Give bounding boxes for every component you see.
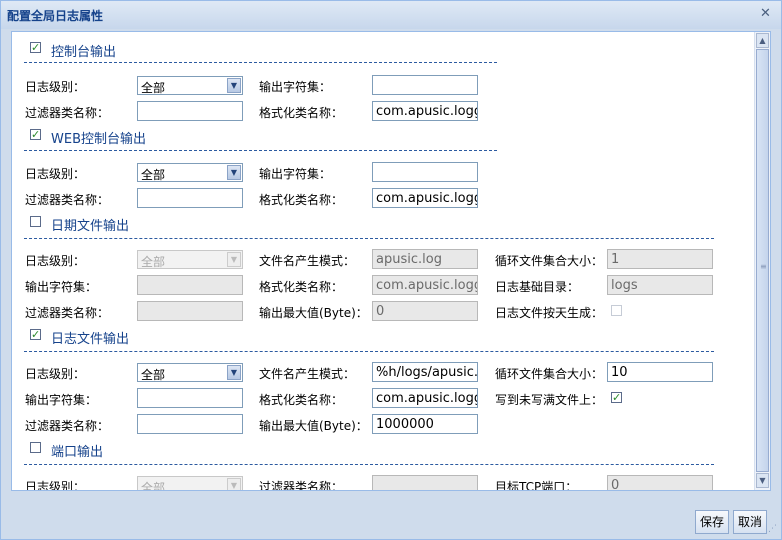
save-button[interactable]: 保存 — [695, 510, 729, 534]
scroll-up-icon[interactable]: ▲ — [756, 33, 769, 48]
chevron-down-icon[interactable]: ▼ — [227, 365, 241, 380]
title-bar[interactable]: 配置全局日志属性 ✕ — [1, 1, 781, 29]
daily-label: 日志文件按天生成： — [495, 306, 604, 320]
console-output-checkbox[interactable]: ✓ — [30, 42, 41, 53]
web-log-level-select[interactable]: 全部 ▼ — [137, 163, 243, 182]
filter-label: 过滤器类名称： — [25, 193, 110, 207]
chevron-down-icon[interactable]: ▼ — [227, 478, 241, 490]
formatter-label: 格式化类名称： — [259, 393, 344, 407]
charset-label: 输出字符集： — [259, 80, 332, 94]
web-charset-input[interactable] — [372, 162, 478, 182]
logfile-formatter-input[interactable]: com.apusic.logg — [372, 388, 478, 408]
filter-label: 过滤器类名称： — [25, 419, 110, 433]
console-log-level-select[interactable]: 全部 ▼ — [137, 76, 243, 95]
formatter-label: 格式化类名称： — [259, 106, 344, 120]
filter-label: 过滤器类名称： — [25, 306, 110, 320]
log-level-label: 日志级别： — [25, 480, 86, 491]
form-panel: ✓ 控制台输出 日志级别： 全部 ▼ 输出字符集： 过滤器类名称： 格式化类名称：… — [11, 31, 771, 491]
logfile-charset-input[interactable] — [137, 388, 243, 408]
datefile-log-level-select[interactable]: 全部 ▼ — [137, 250, 243, 269]
log-level-value: 全部 — [141, 168, 166, 182]
formatter-label: 格式化类名称： — [259, 280, 344, 294]
log-level-value: 全部 — [141, 255, 166, 269]
web-console-output-checkbox[interactable]: ✓ — [30, 129, 41, 140]
section-divider — [24, 351, 714, 352]
port-log-level-select[interactable]: 全部 ▼ — [137, 476, 243, 491]
port-output-checkbox[interactable] — [30, 442, 41, 453]
section-divider — [24, 238, 714, 239]
dialog-title: 配置全局日志属性 — [7, 9, 104, 23]
datefile-filter-input[interactable] — [137, 301, 243, 321]
web-console-output-title: WEB控制台输出 — [51, 132, 146, 147]
cancel-button[interactable]: 取消 — [733, 510, 767, 534]
log-file-output-checkbox[interactable]: ✓ — [30, 329, 41, 340]
resize-grip-icon[interactable]: ⋰ — [768, 525, 780, 538]
max-size-label: 输出最大值(Byte)： — [259, 306, 368, 320]
log-level-value: 全部 — [141, 481, 166, 491]
grip-icon: ≡ — [760, 262, 767, 271]
scroll-down-icon[interactable]: ▼ — [756, 473, 769, 488]
section-divider — [24, 464, 714, 465]
append-label: 写到未写满文件上： — [495, 393, 604, 407]
log-file-output-title: 日志文件输出 — [51, 332, 130, 347]
console-formatter-input[interactable]: com.apusic.logg — [372, 101, 478, 121]
console-output-title: 控制台输出 — [51, 45, 117, 60]
charset-label: 输出字符集： — [259, 167, 332, 181]
logfile-filter-input[interactable] — [137, 414, 243, 434]
filter-label: 过滤器类名称： — [259, 480, 344, 491]
base-dir-label: 日志基础目录： — [495, 280, 580, 294]
section-divider — [24, 150, 497, 151]
datefile-rotate-input[interactable]: 1 — [607, 249, 713, 269]
chevron-down-icon[interactable]: ▼ — [227, 165, 241, 180]
rotate-size-label: 循环文件集合大小： — [495, 367, 604, 381]
datefile-daily-checkbox[interactable] — [611, 305, 622, 316]
file-pattern-label: 文件名产生模式： — [259, 367, 356, 381]
logfile-maxsize-input[interactable]: 1000000 — [372, 414, 478, 434]
logfile-rotate-input[interactable]: 10 — [607, 362, 713, 382]
console-charset-input[interactable] — [372, 75, 478, 95]
rotate-size-label: 循环文件集合大小： — [495, 254, 604, 268]
port-tcp-input[interactable]: 0 — [607, 475, 713, 490]
chevron-down-icon[interactable]: ▼ — [227, 78, 241, 93]
logfile-pattern-input[interactable]: %h/logs/apusic. — [372, 362, 478, 382]
tcp-port-label: 目标TCP端口： — [495, 480, 578, 491]
date-file-output-title: 日期文件输出 — [51, 219, 130, 234]
log-level-value: 全部 — [141, 368, 166, 382]
charset-label: 输出字符集： — [25, 393, 98, 407]
log-level-value: 全部 — [141, 81, 166, 95]
log-level-label: 日志级别： — [25, 80, 86, 94]
chevron-down-icon[interactable]: ▼ — [227, 252, 241, 267]
datefile-pattern-input[interactable]: apusic.log — [372, 249, 478, 269]
web-filter-input[interactable] — [137, 188, 243, 208]
port-output-title: 端口输出 — [51, 445, 104, 460]
close-icon[interactable]: ✕ — [758, 6, 773, 21]
section-divider — [24, 62, 497, 63]
dialog-window: 配置全局日志属性 ✕ ✓ 控制台输出 日志级别： 全部 ▼ 输出字符集： 过滤器类… — [0, 0, 782, 540]
datefile-basedir-input[interactable]: logs — [607, 275, 713, 295]
file-pattern-label: 文件名产生模式： — [259, 254, 356, 268]
formatter-label: 格式化类名称： — [259, 193, 344, 207]
filter-label: 过滤器类名称： — [25, 106, 110, 120]
datefile-formatter-input[interactable]: com.apusic.logg — [372, 275, 478, 295]
vertical-scrollbar[interactable]: ▲ ≡ ▼ — [754, 32, 770, 490]
logfile-log-level-select[interactable]: 全部 ▼ — [137, 363, 243, 382]
datefile-maxsize-input[interactable]: 0 — [372, 301, 478, 321]
datefile-charset-input[interactable] — [137, 275, 243, 295]
log-level-label: 日志级别： — [25, 367, 86, 381]
logfile-append-checkbox[interactable]: ✓ — [611, 392, 622, 403]
log-level-label: 日志级别： — [25, 254, 86, 268]
date-file-output-checkbox[interactable] — [30, 216, 41, 227]
console-filter-input[interactable] — [137, 101, 243, 121]
port-filter-input[interactable] — [372, 475, 478, 490]
log-level-label: 日志级别： — [25, 167, 86, 181]
max-size-label: 输出最大值(Byte)： — [259, 419, 368, 433]
charset-label: 输出字符集： — [25, 280, 98, 294]
scroll-thumb[interactable]: ≡ — [756, 49, 769, 472]
web-formatter-input[interactable]: com.apusic.logg — [372, 188, 478, 208]
